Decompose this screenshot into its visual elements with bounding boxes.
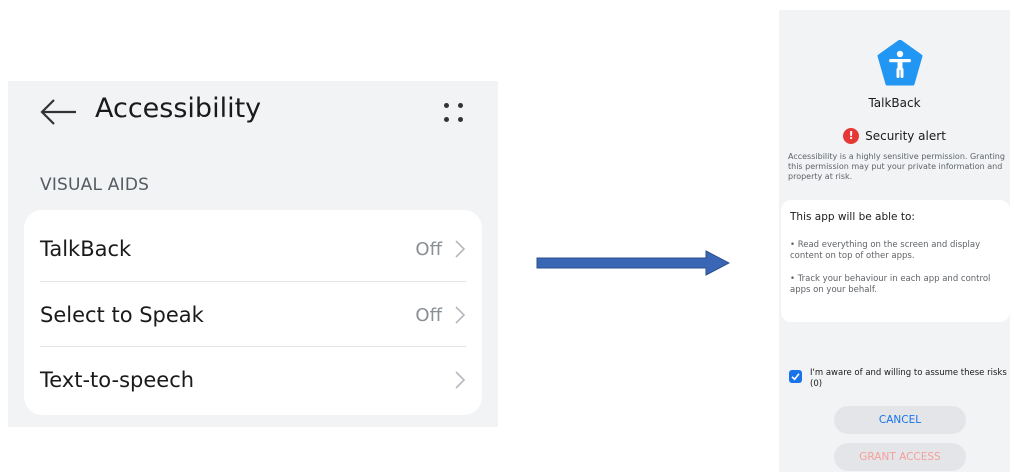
setting-label: Select to Speak xyxy=(40,303,204,327)
capabilities-title: This app will be able to: xyxy=(790,211,915,223)
capabilities-card: This app will be able to: • Read everyth… xyxy=(781,200,1010,322)
setting-label: Text-to-speech xyxy=(40,368,195,392)
accessibility-person-icon xyxy=(877,40,923,86)
security-alert-header: ! Security alert xyxy=(779,128,1010,144)
chevron-right-icon xyxy=(455,240,466,258)
alert-description: Accessibility is a highly sensitive perm… xyxy=(788,152,1005,181)
more-options-icon[interactable] xyxy=(440,99,468,127)
back-arrow-icon[interactable] xyxy=(36,95,80,129)
setting-talkback[interactable]: TalkBack Off xyxy=(24,216,482,282)
chevron-right-icon xyxy=(455,306,466,324)
section-header-visual-aids: VISUAL AIDS xyxy=(40,175,150,195)
alert-title: Security alert xyxy=(865,129,946,143)
chevron-right-icon xyxy=(455,371,466,389)
consent-label: I'm aware of and willing to assume these… xyxy=(810,368,1007,389)
visual-aids-list: TalkBack Off Select to Speak Off Text-to… xyxy=(24,210,482,415)
setting-label: TalkBack xyxy=(40,237,132,261)
cancel-button[interactable]: CANCEL xyxy=(834,406,966,434)
app-name: TalkBack xyxy=(868,96,921,110)
checkbox-checked-icon[interactable] xyxy=(789,370,802,383)
accessibility-settings-screen: Accessibility VISUAL AIDS TalkBack Off S… xyxy=(8,81,498,427)
setting-select-to-speak[interactable]: Select to Speak Off xyxy=(24,282,482,348)
talkback-permission-dialog: TalkBack ! Security alert Accessibility … xyxy=(779,10,1010,472)
setting-text-to-speech[interactable]: Text-to-speech xyxy=(24,347,482,413)
flow-arrow-icon xyxy=(536,250,730,276)
risk-consent-row[interactable]: I'm aware of and willing to assume these… xyxy=(789,368,1007,398)
exclamation-icon: ! xyxy=(843,128,860,144)
capability-item: • Read everything on the screen and disp… xyxy=(790,240,981,261)
setting-status: Off xyxy=(415,304,442,326)
page-title: Accessibility xyxy=(95,93,262,124)
grant-access-button[interactable]: GRANT ACCESS xyxy=(834,443,966,471)
setting-status: Off xyxy=(415,238,442,260)
capability-item: • Track your behaviour in each app and c… xyxy=(790,274,991,295)
